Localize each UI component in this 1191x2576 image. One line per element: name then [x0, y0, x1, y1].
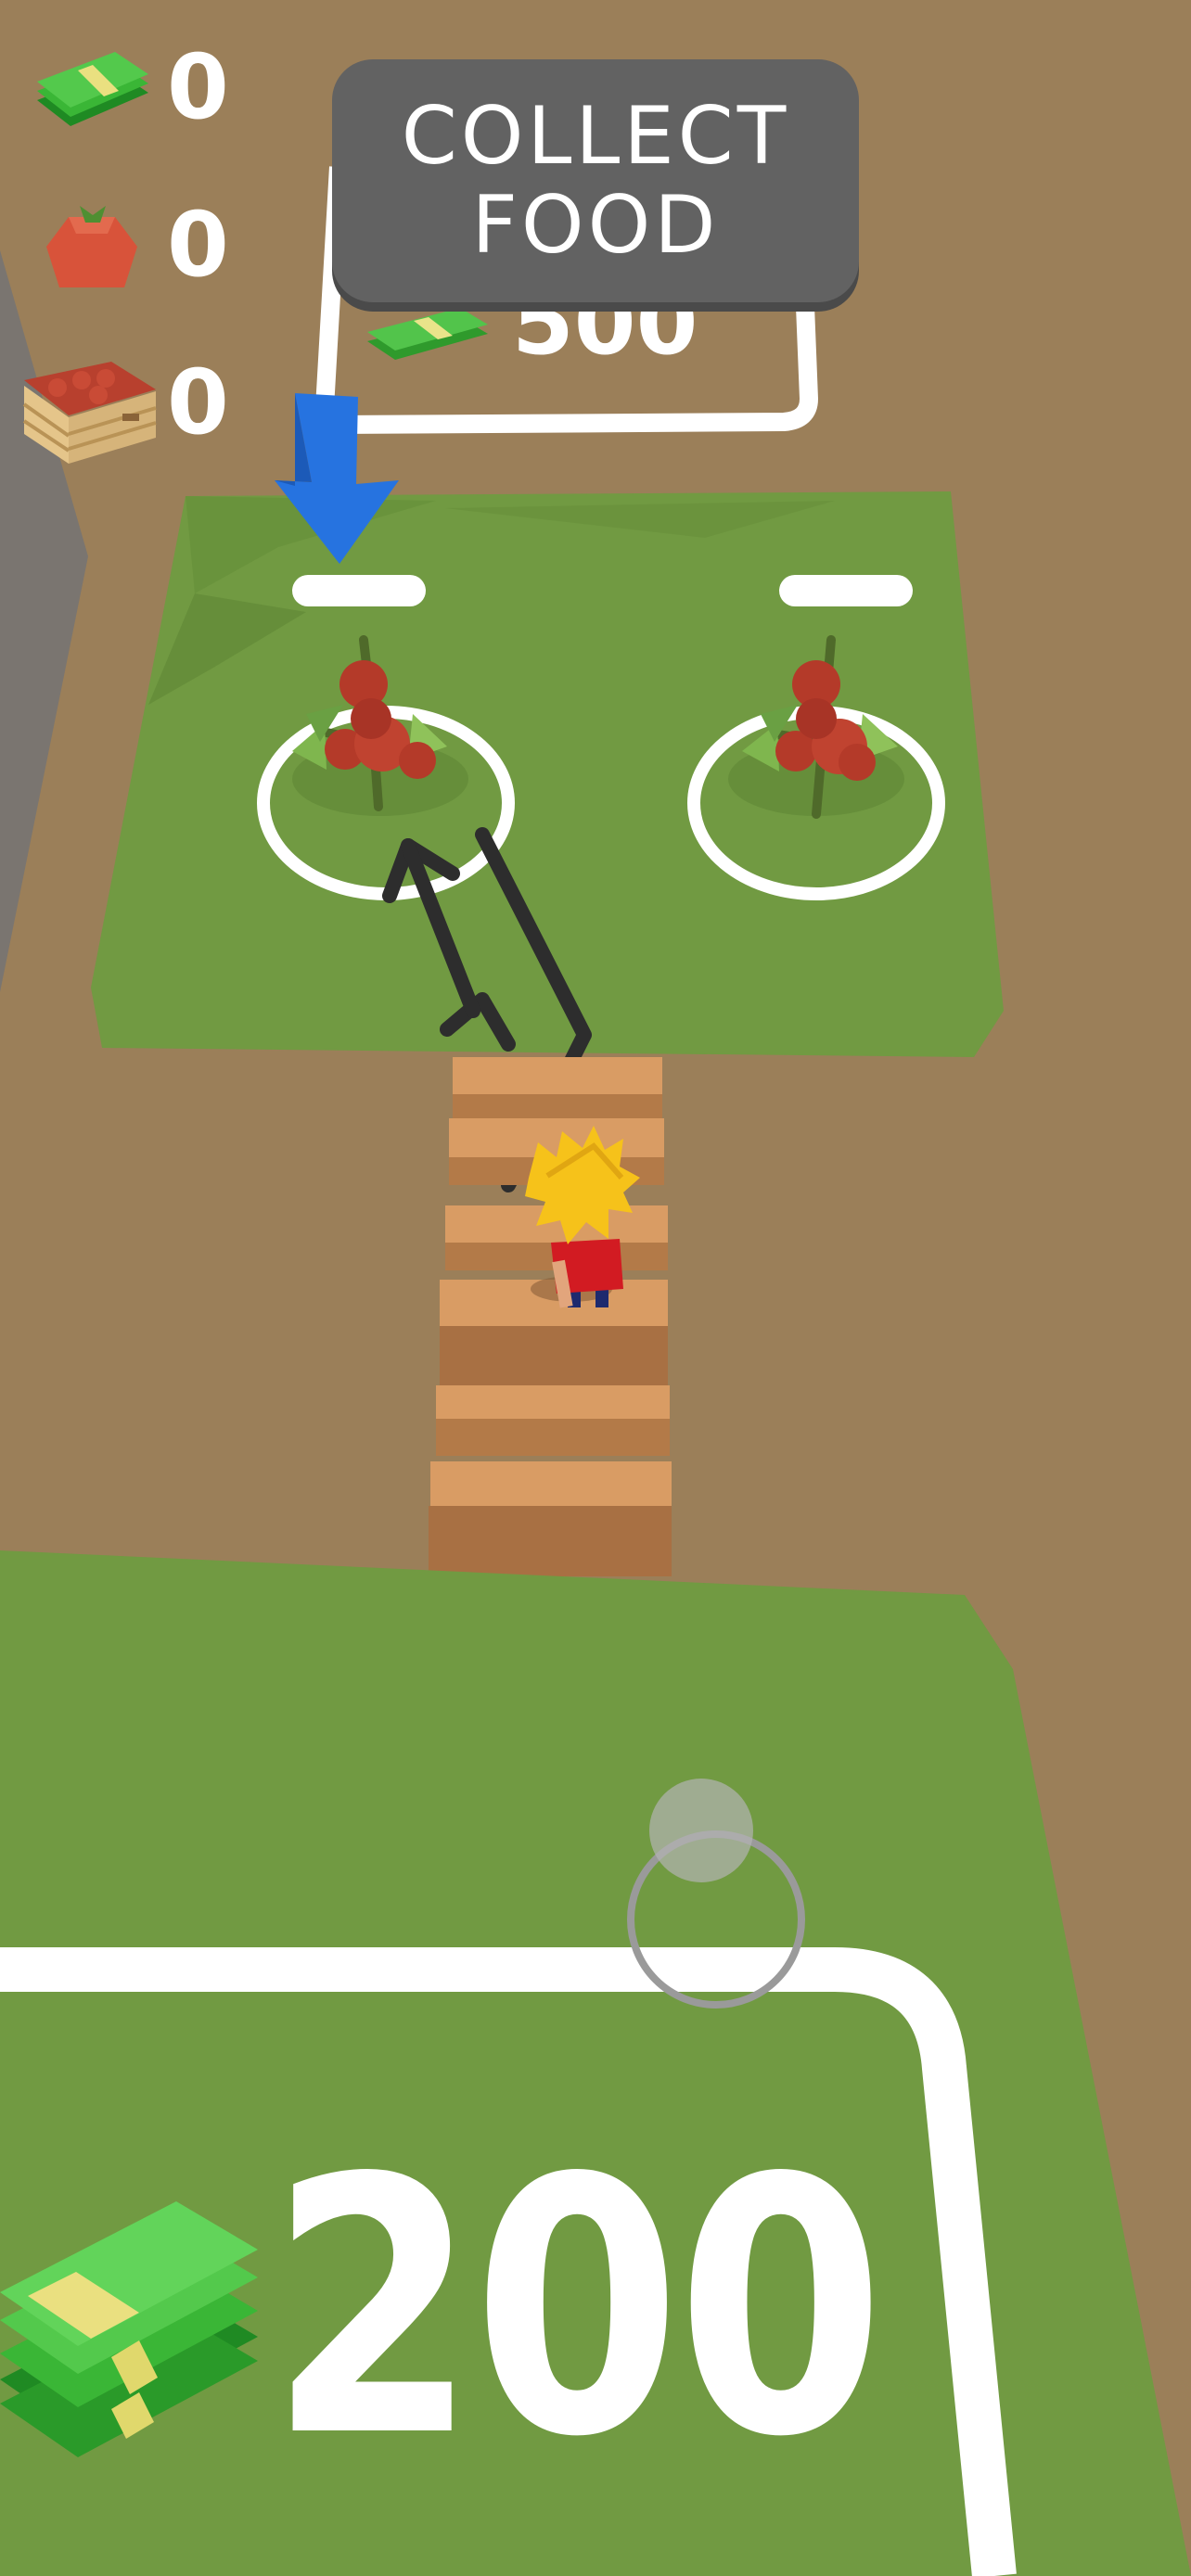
objective-line2: FOOD [471, 179, 720, 272]
plot-marker-right [779, 575, 913, 606]
game-scene[interactable]: 500 0 0 0 COLLECT FOOD 200 [0, 0, 1191, 2576]
crate-count: 0 [167, 351, 229, 454]
money-count: 0 [167, 35, 229, 139]
plot-marker-left [292, 575, 426, 606]
bottom-zone-price: 200 [269, 2103, 885, 2514]
joystick-knob[interactable] [649, 1779, 753, 1882]
top-zone-cash-icon [367, 308, 488, 360]
bottom-zone-cash-icon [0, 2201, 258, 2457]
objective-banner: COLLECT FOOD [332, 59, 859, 302]
tomato-icon [46, 206, 137, 287]
tomato-count: 0 [167, 193, 229, 297]
objective-line1: COLLECT [401, 90, 790, 183]
tomato-crate-icon [22, 362, 157, 464]
virtual-joystick[interactable] [621, 1779, 811, 2009]
wooden-bridge [429, 1057, 672, 1576]
down-arrow-icon [275, 393, 399, 564]
money-stack-icon [37, 52, 148, 126]
